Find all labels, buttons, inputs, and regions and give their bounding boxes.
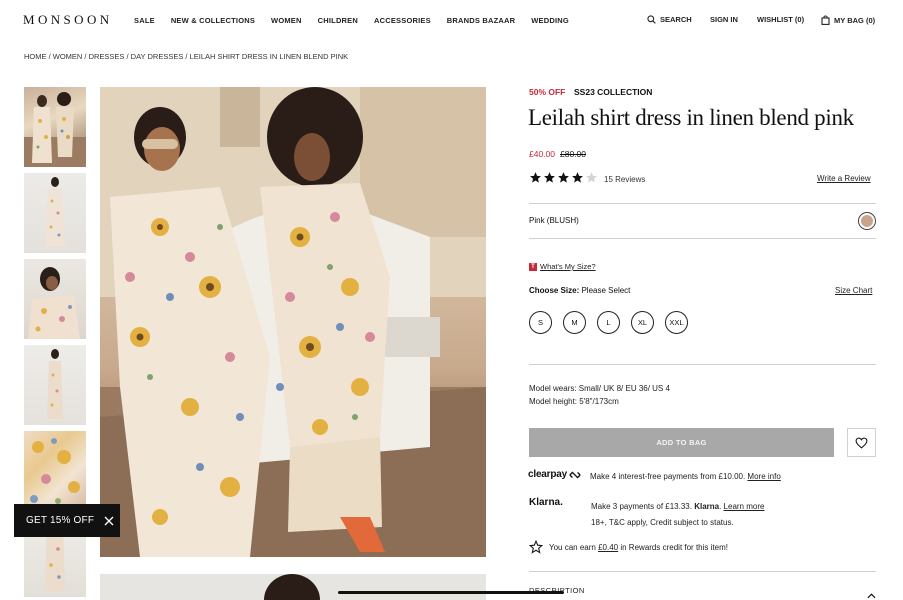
choose-size-title: Choose Size: bbox=[529, 286, 580, 295]
thumbnail-2[interactable] bbox=[24, 173, 86, 253]
nav-sale[interactable]: SALE bbox=[134, 16, 155, 25]
search-icon bbox=[647, 15, 656, 24]
divider bbox=[529, 364, 876, 365]
star-filled-icon bbox=[530, 172, 541, 183]
site-header: MONSOON SALE NEW & COLLECTIONS WOMEN CHI… bbox=[0, 0, 903, 40]
wishlist-label: WISHLIST (0) bbox=[757, 15, 805, 24]
nav-women[interactable]: WOMEN bbox=[271, 16, 302, 25]
review-count[interactable]: 15 Reviews bbox=[604, 175, 645, 184]
true-fit-icon: T bbox=[529, 262, 537, 271]
whats-my-size-label: What's My Size? bbox=[540, 262, 596, 271]
discount-badge: 50% OFF bbox=[529, 87, 566, 97]
klarna-brand: Klarna bbox=[694, 502, 720, 511]
thumbnail-1[interactable] bbox=[24, 87, 86, 167]
heart-icon bbox=[855, 437, 868, 449]
model-wears: Model wears: Small/ UK 8/ EU 36/ US 4 bbox=[529, 384, 670, 393]
thumbnail-4[interactable] bbox=[24, 345, 86, 425]
write-review-link[interactable]: Write a Review bbox=[817, 174, 871, 183]
whats-my-size-link[interactable]: T What's My Size? bbox=[529, 262, 596, 271]
sign-in-label: SIGN IN bbox=[710, 15, 738, 24]
rewards-text-pre: You can earn bbox=[549, 542, 596, 552]
sign-in-link[interactable]: SIGN IN bbox=[710, 15, 738, 24]
rating-stars[interactable] bbox=[529, 171, 598, 184]
nav-brands-bazaar[interactable]: BRANDS BAZAAR bbox=[447, 16, 515, 25]
bag-link[interactable]: MY BAG (0) bbox=[821, 15, 875, 25]
rewards-text-post: in Rewards credit for this item! bbox=[620, 542, 728, 552]
color-swatch-blush[interactable] bbox=[858, 212, 876, 230]
swatch-fill bbox=[861, 215, 873, 227]
bag-label: MY BAG (0) bbox=[834, 15, 876, 25]
search-label: SEARCH bbox=[660, 15, 692, 24]
klarna-learn-more-link[interactable]: Learn more bbox=[724, 502, 765, 511]
klarna-message: Make 3 payments of £13.33. Klarna. Learn… bbox=[591, 499, 764, 531]
size-option-m[interactable]: M bbox=[563, 311, 586, 334]
clearpay-logo: clearpay bbox=[528, 469, 581, 480]
nav-accessories[interactable]: ACCESSORIES bbox=[374, 16, 431, 25]
thumbnail-3[interactable] bbox=[24, 259, 86, 339]
star-filled-icon bbox=[572, 172, 583, 183]
chevron-up-icon[interactable] bbox=[867, 586, 876, 600]
original-price: £80.00 bbox=[560, 149, 586, 159]
collection-label: SS23 COLLECTION bbox=[574, 87, 653, 97]
size-option-l[interactable]: L bbox=[597, 311, 620, 334]
discount-promo-banner[interactable]: GET 15% OFF bbox=[14, 504, 120, 537]
star-outline-icon bbox=[529, 540, 543, 554]
divider bbox=[529, 571, 876, 572]
breadcrumb[interactable]: HOME / WOMEN / DRESSES / DAY DRESSES / L… bbox=[24, 52, 348, 61]
bag-icon bbox=[821, 15, 830, 25]
klarna-text-1: Make 3 payments of £13.33. bbox=[591, 502, 692, 511]
nav-wedding[interactable]: WEDDING bbox=[531, 16, 569, 25]
nav-children[interactable]: CHILDREN bbox=[318, 16, 358, 25]
search-button[interactable]: SEARCH bbox=[647, 15, 692, 24]
add-to-wishlist-button[interactable] bbox=[847, 428, 876, 457]
clearpay-message: Make 4 interest-free payments from £10.0… bbox=[590, 472, 781, 481]
wishlist-link[interactable]: WISHLIST (0) bbox=[757, 15, 804, 24]
add-to-bag-button[interactable]: ADD TO BAG bbox=[529, 428, 834, 457]
divider bbox=[529, 203, 876, 204]
size-option-xxl[interactable]: XXL bbox=[665, 311, 688, 334]
rewards-amount[interactable]: £0.40 bbox=[598, 543, 618, 552]
divider bbox=[529, 238, 876, 239]
clearpay-wordmark: clearpay bbox=[528, 469, 567, 480]
size-option-s[interactable]: S bbox=[529, 311, 552, 334]
rewards-message: You can earn £0.40 in Rewards credit for… bbox=[529, 540, 728, 554]
clearpay-arrows-icon bbox=[569, 470, 581, 479]
nav-new-collections[interactable]: NEW & COLLECTIONS bbox=[171, 16, 255, 25]
size-option-xl[interactable]: XL bbox=[631, 311, 654, 334]
main-nav: SALE NEW & COLLECTIONS WOMEN CHILDREN AC… bbox=[134, 16, 585, 25]
sale-price: £40.00 bbox=[529, 149, 555, 159]
choose-size-label: Choose Size: Please Select bbox=[529, 286, 630, 295]
color-label: Pink (BLUSH) bbox=[529, 216, 579, 225]
monsoon-logo[interactable]: MONSOON bbox=[23, 12, 113, 28]
klarna-text-2: 18+, T&C apply, Credit subject to status… bbox=[591, 518, 734, 527]
main-product-image[interactable] bbox=[100, 87, 486, 557]
scrollbar[interactable] bbox=[338, 591, 564, 594]
star-empty-icon bbox=[586, 172, 597, 183]
model-info: Model wears: Small/ UK 8/ EU 36/ US 4 Mo… bbox=[529, 382, 670, 408]
thumbnail-5[interactable] bbox=[24, 431, 86, 511]
product-title: Leilah shirt dress in linen blend pink bbox=[528, 105, 854, 130]
model-height: Model height: 5'8"/173cm bbox=[529, 397, 619, 406]
secondary-product-image[interactable] bbox=[100, 574, 486, 600]
promo-label: GET 15% OFF bbox=[26, 515, 95, 526]
klarna-logo: Klarna. bbox=[529, 497, 563, 508]
star-filled-icon bbox=[544, 172, 555, 183]
clearpay-text: Make 4 interest-free payments from £10.0… bbox=[590, 472, 746, 481]
clearpay-more-info-link[interactable]: More info bbox=[747, 472, 780, 481]
close-icon[interactable] bbox=[104, 516, 114, 526]
star-filled-icon bbox=[558, 172, 569, 183]
choose-size-value: Please Select bbox=[581, 286, 631, 295]
size-selector: S M L XL XXL bbox=[529, 311, 688, 334]
size-chart-link[interactable]: Size Chart bbox=[835, 286, 872, 295]
